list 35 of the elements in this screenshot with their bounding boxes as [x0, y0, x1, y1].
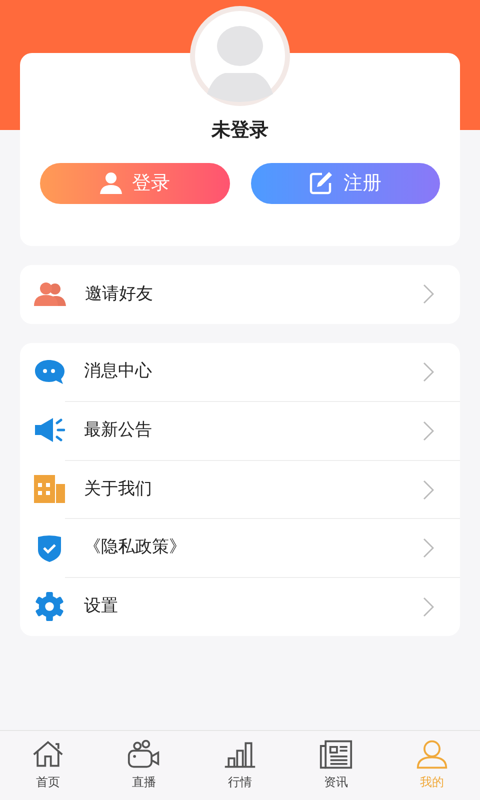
menu-item[interactable]: 《隐私政策》 [20, 518, 460, 577]
menu-label: 邀请好友 [85, 282, 154, 306]
user-name: 未登录 [210, 118, 270, 143]
chevron-icon [423, 596, 434, 617]
chat-icon [34, 358, 65, 385]
menu-item[interactable]: 设置 [20, 576, 460, 636]
tab[interactable]: 行情 [192, 731, 288, 800]
settings-icon [34, 590, 65, 622]
menu-label: 关于我们 [84, 478, 153, 501]
menu-item[interactable]: 关于我们 [20, 460, 460, 518]
chevron-icon [423, 284, 434, 304]
people-icon [34, 282, 66, 306]
menu-label: 最新公告 [84, 419, 153, 442]
tab[interactable]: 直播 [96, 731, 192, 800]
home-icon [31, 739, 65, 770]
menu-item[interactable]: 邀请好友 [20, 265, 460, 324]
building-icon [34, 475, 65, 504]
menu-item[interactable]: 消息中心 [20, 342, 460, 402]
user-icon [415, 739, 449, 770]
menu-item[interactable]: 最新公告 [20, 401, 460, 460]
tab[interactable]: 首页 [0, 731, 96, 800]
tab[interactable]: 资讯 [288, 731, 384, 800]
chevron-icon [423, 538, 434, 558]
chevron-icon [423, 480, 434, 500]
edit-icon [309, 171, 334, 196]
megaphone-icon [34, 417, 65, 444]
bar-chart-icon [223, 739, 257, 770]
newspaper-icon [319, 739, 353, 770]
video-camera-icon [127, 739, 161, 770]
menu-label: 设置 [84, 595, 119, 618]
menu-label: 《隐私政策》 [84, 536, 187, 560]
chevron-icon [423, 362, 434, 382]
user-icon [100, 172, 122, 194]
menu-label: 消息中心 [84, 360, 153, 384]
chevron-icon [423, 420, 434, 441]
